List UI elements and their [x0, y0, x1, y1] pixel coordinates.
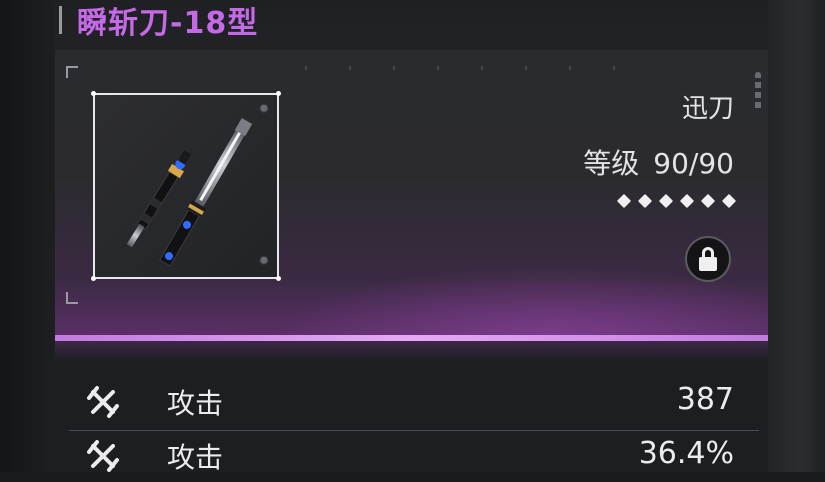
stat-value: 387: [676, 382, 734, 417]
star-icon: [700, 193, 716, 209]
lock-button[interactable]: [685, 236, 731, 282]
star-rating: [616, 193, 737, 209]
star-icon: [616, 193, 632, 209]
stat-name: 攻击: [167, 387, 224, 420]
stat-row: 攻击 387: [55, 378, 768, 428]
level-display: 等级 90/90: [583, 142, 734, 182]
corner-bracket-icon: [66, 292, 78, 304]
level-label: 等级: [583, 147, 640, 180]
crossed-swords-icon: [87, 440, 119, 472]
background-left: [0, 0, 55, 472]
weapon-name: 瞬斩刀-18型: [77, 6, 259, 41]
star-icon: [658, 193, 674, 209]
stat-divider: [69, 430, 759, 431]
scroll-indicator[interactable]: [755, 72, 761, 112]
star-icon: [637, 193, 653, 209]
star-icon: [679, 193, 695, 209]
level-value: 90/90: [653, 147, 734, 180]
crossed-swords-icon: [87, 386, 119, 418]
stat-row: 攻击 36.4%: [55, 432, 768, 482]
dual-blade-weapon-icon: [126, 117, 253, 267]
rarity-glow-fade: [55, 341, 768, 361]
weapon-portrait[interactable]: ✹ ✹: [91, 91, 281, 281]
background-right: [768, 0, 825, 472]
weapon-type: 迅刀: [681, 94, 734, 124]
title-bar: 瞬斩刀-18型: [55, 0, 768, 50]
title-accent-bar: [59, 6, 62, 34]
decorative-dots: [305, 66, 625, 70]
stat-value: 36.4%: [638, 436, 734, 471]
corner-bracket-icon: [66, 66, 78, 78]
stat-name: 攻击: [167, 441, 224, 474]
star-icon: [721, 193, 737, 209]
weapon-detail-panel: 瞬斩刀-18型 ✹ ✹ 迅刀 等级 90/90 攻击 387 攻击 36.4%: [55, 0, 768, 474]
